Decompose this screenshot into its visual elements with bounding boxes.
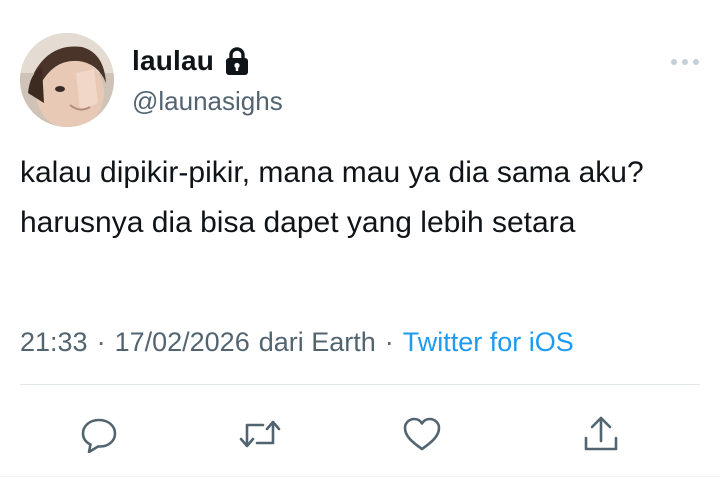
display-name[interactable]: laulau <box>132 45 214 77</box>
lock-icon <box>224 46 250 76</box>
tweet-location: dari Earth <box>258 326 376 357</box>
heart-icon <box>402 416 442 452</box>
tweet-date[interactable]: 17/02/2026 <box>115 327 250 358</box>
like-button[interactable] <box>400 412 444 456</box>
share-button[interactable] <box>579 412 623 456</box>
action-bar <box>0 412 720 456</box>
bottom-divider <box>0 476 720 477</box>
reply-button[interactable] <box>77 412 121 456</box>
tweet-time[interactable]: 21:33 <box>20 327 88 358</box>
meta-separator: · <box>96 326 106 357</box>
reply-icon <box>80 415 118 453</box>
avatar-photo <box>20 33 114 127</box>
avatar[interactable] <box>20 33 114 127</box>
tweet-card: laulau @launasighs kalau dipikir-pikir, … <box>0 0 720 491</box>
tweet-text: kalau dipikir-pikir, mana mau ya dia sam… <box>20 156 644 239</box>
meta-separator-2: · <box>384 326 394 357</box>
more-icon[interactable] <box>667 54 703 70</box>
tweet-meta: 21:33 · 17/02/2026 dari Earth · Twitter … <box>20 322 574 362</box>
tweet-client-link[interactable]: Twitter for iOS <box>403 327 574 358</box>
author-name-row: laulau <box>132 42 250 80</box>
retweet-icon <box>238 415 282 453</box>
retweet-button[interactable] <box>238 412 282 456</box>
share-icon <box>582 414 620 454</box>
divider <box>20 384 700 385</box>
user-handle[interactable]: @launasighs <box>132 86 283 117</box>
